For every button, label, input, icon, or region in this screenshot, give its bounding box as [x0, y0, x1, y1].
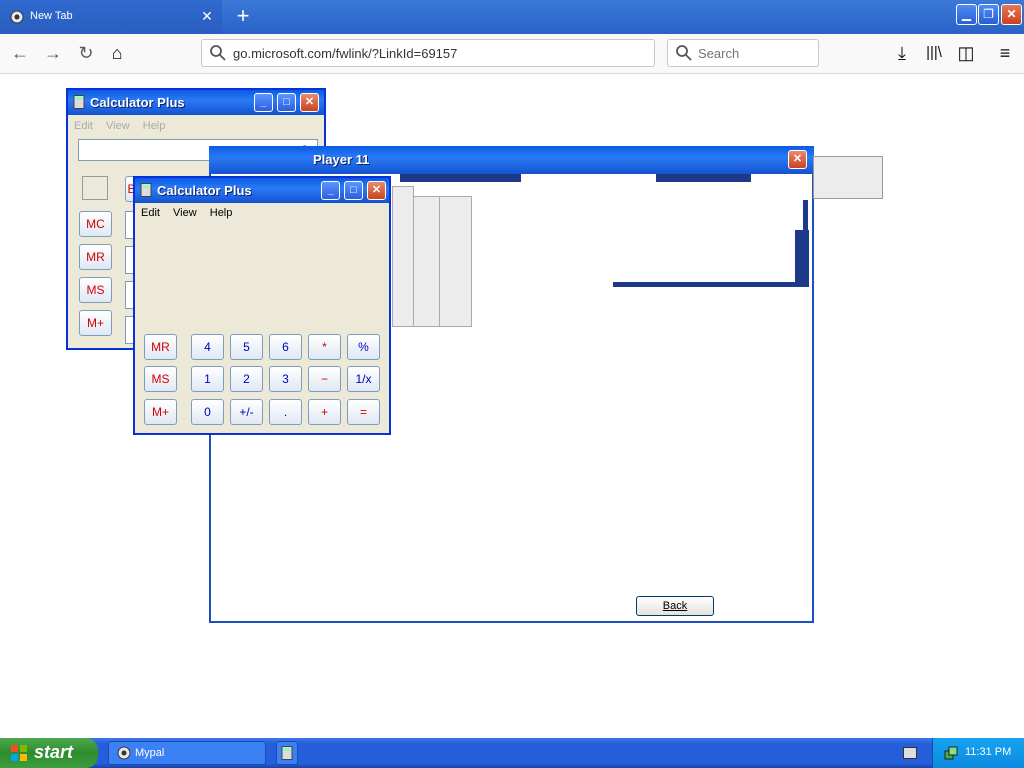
calculator-title-front: Calculator Plus [157, 183, 252, 198]
3-button[interactable]: 3 [269, 366, 302, 392]
decor-horizontal [613, 282, 809, 287]
grey-panel-right [813, 156, 883, 199]
windows-logo-icon [10, 744, 28, 767]
menu-icon[interactable]: ≡ [994, 42, 1016, 64]
mr-button[interactable]: MR [144, 334, 177, 360]
calculator-keypad: MR 4 5 6 *% MS 1 2 3−1/x M+ 0 +/-. + = [144, 334, 384, 426]
calculator-window-front[interactable]: Calculator Plus _ □ ✕ Edit View Help MR 4… [133, 176, 391, 435]
maximize-button[interactable]: □ [344, 181, 363, 200]
grey-panel-column-a [438, 196, 472, 327]
calculator-icon [281, 746, 293, 763]
calculator-titlebar-front[interactable]: Calculator Plus _ □ ✕ [135, 178, 389, 203]
window-close-button[interactable]: ✕ [1001, 4, 1022, 25]
tab-title: New Tab [30, 10, 73, 22]
calculator-icon [73, 95, 85, 112]
calculator-title-back: Calculator Plus [90, 95, 185, 110]
back-button[interactable]: Back [636, 596, 714, 616]
decimal-button[interactable]: . [269, 399, 302, 425]
taskbar-item-calculator[interactable] [276, 741, 298, 765]
menu-bar-back: Edit View Help [74, 120, 175, 132]
ms-button[interactable]: MS [79, 277, 112, 303]
mc-button[interactable]: MC [79, 211, 112, 237]
media-player-title: Player 11 [313, 152, 370, 167]
menu-view[interactable]: View [173, 207, 197, 219]
menu-help[interactable]: Help [210, 207, 233, 219]
network-icon[interactable] [943, 745, 959, 764]
maximize-button[interactable]: □ [277, 93, 296, 112]
new-tab-button[interactable]: + [233, 5, 253, 27]
taskbar-item-mypal[interactable]: Mypal [108, 741, 266, 765]
sidebar-icon[interactable]: ◫ [955, 42, 977, 64]
m-plus-button[interactable]: M+ [144, 399, 177, 425]
multiply-button[interactable]: * [308, 334, 341, 360]
minimize-button[interactable]: _ [254, 93, 273, 112]
close-button[interactable]: ✕ [300, 93, 319, 112]
search-placeholder: Search [698, 46, 740, 61]
5-button[interactable]: 5 [230, 334, 263, 360]
start-button[interactable]: start [0, 738, 98, 768]
library-icon[interactable]: |||\ [923, 42, 945, 64]
equals-button[interactable]: = [347, 399, 380, 425]
mypal-icon [10, 10, 24, 24]
6-button[interactable]: 6 [269, 334, 302, 360]
header-bar-right [656, 174, 751, 182]
media-player-titlebar[interactable]: Player 11 ✕ [209, 146, 814, 174]
close-button[interactable]: ✕ [367, 181, 386, 200]
keyboard-icon[interactable] [903, 747, 917, 759]
0-button[interactable]: 0 [191, 399, 224, 425]
tab-new-tab[interactable]: New Tab ✕ [0, 0, 222, 34]
memory-indicator [82, 176, 108, 200]
start-label: start [34, 742, 74, 762]
search-input[interactable]: Search [667, 39, 819, 67]
search-icon [209, 44, 227, 65]
m-plus-button[interactable]: M+ [79, 310, 112, 336]
header-bar-left [400, 174, 521, 182]
menu-view[interactable]: View [106, 120, 130, 132]
plus-minus-button[interactable]: +/- [230, 399, 263, 425]
subtract-button[interactable]: − [308, 366, 341, 392]
1-button[interactable]: 1 [191, 366, 224, 392]
download-icon[interactable]: ⤓ [891, 42, 913, 64]
menu-bar-front: Edit View Help [141, 207, 242, 219]
menu-help[interactable]: Help [143, 120, 166, 132]
forward-icon[interactable]: → [42, 42, 64, 64]
calculator-titlebar-back[interactable]: Calculator Plus _ □ ✕ [68, 90, 324, 115]
menu-edit[interactable]: Edit [74, 120, 93, 132]
menu-edit[interactable]: Edit [141, 207, 160, 219]
reload-icon[interactable]: ↻ [75, 42, 97, 64]
percent-button[interactable]: % [347, 334, 380, 360]
url-bar[interactable]: go.microsoft.com/fwlink/?LinkId=69157 [201, 39, 655, 67]
ms-button[interactable]: MS [144, 366, 177, 392]
window-restore-button[interactable]: ❐ [978, 4, 999, 25]
mypal-icon [117, 746, 131, 763]
taskbar-item-label: Mypal [135, 747, 165, 759]
2-button[interactable]: 2 [230, 366, 263, 392]
search-icon [675, 44, 693, 65]
close-button[interactable]: ✕ [788, 150, 807, 169]
system-tray: 11:31 PM [932, 738, 1024, 768]
minimize-button[interactable]: _ [321, 181, 340, 200]
4-button[interactable]: 4 [191, 334, 224, 360]
url-text: go.microsoft.com/fwlink/?LinkId=69157 [233, 46, 458, 61]
tab-close-icon[interactable]: ✕ [199, 8, 215, 24]
home-icon[interactable]: ⌂ [106, 42, 128, 64]
add-button[interactable]: + [308, 399, 341, 425]
decor-block [795, 230, 809, 284]
calculator-icon [140, 183, 152, 200]
grey-panel-column-b [412, 196, 440, 327]
reciprocal-button[interactable]: 1/x [347, 366, 380, 392]
mr-button[interactable]: MR [79, 244, 112, 270]
clock: 11:31 PM [965, 746, 1012, 758]
back-icon[interactable]: ← [9, 42, 31, 64]
window-minimize-button[interactable]: ▁ [956, 4, 977, 25]
grey-panel-column-c [392, 186, 414, 327]
